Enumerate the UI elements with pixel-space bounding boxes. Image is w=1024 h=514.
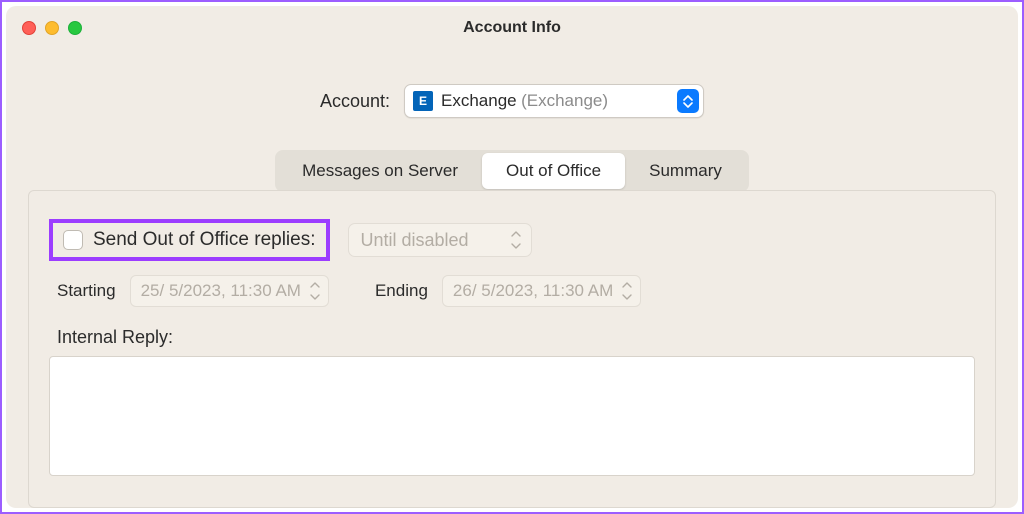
starting-label: Starting	[57, 281, 116, 301]
highlight-annotation: Send Out of Office replies:	[49, 219, 330, 261]
traffic-lights	[22, 21, 82, 35]
ending-date-field[interactable]: 26/ 5/2023, 11:30 AM	[442, 275, 641, 307]
ending-label: Ending	[375, 281, 428, 301]
starting-date-value: 25/ 5/2023, 11:30 AM	[141, 281, 301, 301]
updown-icon	[507, 228, 525, 252]
updown-icon	[677, 89, 699, 113]
tabs: Messages on Server Out of Office Summary	[275, 150, 749, 192]
tabs-container: Messages on Server Out of Office Summary	[6, 150, 1018, 192]
account-label: Account:	[320, 91, 390, 112]
account-row: Account: Exchange (Exchange)	[6, 84, 1018, 118]
stepper-icon[interactable]	[618, 279, 636, 303]
close-window-button[interactable]	[22, 21, 36, 35]
send-ooo-checkbox[interactable]	[63, 230, 83, 250]
ooo-duration-value: Until disabled	[361, 230, 469, 251]
stepper-icon[interactable]	[306, 279, 324, 303]
account-select-value: Exchange (Exchange)	[441, 91, 608, 111]
tab-summary[interactable]: Summary	[625, 153, 746, 189]
tab-messages-on-server[interactable]: Messages on Server	[278, 153, 482, 189]
date-range-row: Starting 25/ 5/2023, 11:30 AM Ending 26/…	[57, 275, 975, 307]
minimize-window-button[interactable]	[45, 21, 59, 35]
internal-reply-textarea[interactable]	[49, 356, 975, 476]
ending-date-value: 26/ 5/2023, 11:30 AM	[453, 281, 613, 301]
account-select[interactable]: Exchange (Exchange)	[404, 84, 704, 118]
content-pane: Send Out of Office replies: Until disabl…	[28, 190, 996, 508]
window-title: Account Info	[22, 19, 1002, 37]
window-titlebar: Account Info	[6, 6, 1018, 50]
window: Account Info Account: Exchange (Exchange…	[6, 6, 1018, 508]
annotation-frame: Account Info Account: Exchange (Exchange…	[0, 0, 1024, 514]
internal-reply-label: Internal Reply:	[57, 327, 975, 348]
starting-date-field[interactable]: 25/ 5/2023, 11:30 AM	[130, 275, 329, 307]
ooo-duration-select[interactable]: Until disabled	[348, 223, 532, 257]
tab-out-of-office[interactable]: Out of Office	[482, 153, 625, 189]
exchange-icon	[413, 91, 433, 111]
send-ooo-label: Send Out of Office replies:	[93, 229, 316, 251]
ooo-toggle-row: Send Out of Office replies: Until disabl…	[49, 219, 975, 261]
maximize-window-button[interactable]	[68, 21, 82, 35]
